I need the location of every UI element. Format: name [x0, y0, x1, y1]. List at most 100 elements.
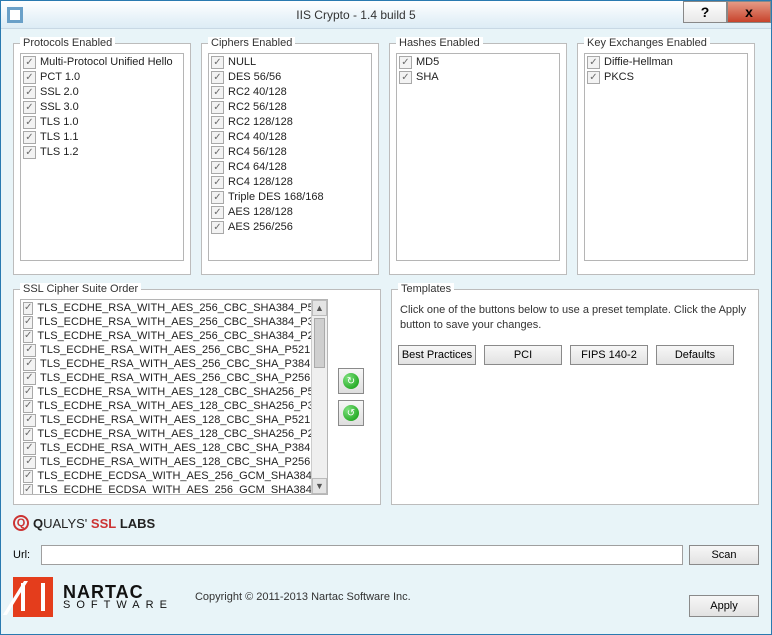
checkbox-icon[interactable] — [211, 191, 224, 204]
fips-button[interactable]: FIPS 140-2 — [570, 345, 648, 365]
list-item[interactable]: RC2 128/128 — [211, 115, 369, 130]
checkbox-icon[interactable] — [23, 56, 36, 69]
list-item[interactable]: PCT 1.0 — [23, 70, 181, 85]
list-item[interactable]: NULL — [211, 55, 369, 70]
checkbox-icon[interactable] — [211, 71, 224, 84]
list-item[interactable]: TLS_ECDHE_RSA_WITH_AES_256_CBC_SHA_P521 — [23, 343, 325, 357]
checkbox-icon[interactable] — [211, 161, 224, 174]
url-input[interactable] — [41, 545, 683, 565]
list-item[interactable]: Multi-Protocol Unified Hello — [23, 55, 181, 70]
list-item[interactable]: TLS_ECDHE_RSA_WITH_AES_256_CBC_SHA384_P3… — [23, 315, 325, 329]
list-item[interactable]: TLS_ECDHE_RSA_WITH_AES_128_CBC_SHA256_P3… — [23, 399, 325, 413]
list-item[interactable]: SHA — [399, 70, 557, 85]
list-item[interactable]: RC2 56/128 — [211, 100, 369, 115]
checkbox-icon[interactable] — [211, 176, 224, 189]
checkbox-icon[interactable] — [23, 146, 36, 159]
checkbox-icon[interactable] — [23, 344, 36, 357]
scroll-down-icon[interactable]: ▼ — [312, 478, 327, 494]
checkbox-icon[interactable] — [23, 116, 36, 129]
checkbox-icon[interactable] — [23, 470, 33, 483]
checkbox-icon[interactable] — [211, 206, 224, 219]
list-item-label: TLS_ECDHE_RSA_WITH_AES_256_CBC_SHA384_P5… — [37, 301, 326, 316]
order-list[interactable]: TLS_ECDHE_RSA_WITH_AES_256_CBC_SHA384_P5… — [20, 299, 328, 495]
checkbox-icon[interactable] — [211, 101, 224, 114]
list-item[interactable]: AES 256/256 — [211, 220, 369, 235]
list-item-label: AES 256/256 — [228, 220, 293, 235]
list-item[interactable]: RC4 40/128 — [211, 130, 369, 145]
list-item[interactable]: SSL 2.0 — [23, 85, 181, 100]
best-practices-button[interactable]: Best Practices — [398, 345, 476, 365]
checkbox-icon[interactable] — [23, 386, 33, 399]
list-item[interactable]: TLS_ECDHE_RSA_WITH_AES_256_CBC_SHA384_P2… — [23, 329, 325, 343]
list-item[interactable]: TLS_ECDHE_RSA_WITH_AES_128_CBC_SHA_P256 — [23, 455, 325, 469]
list-item-label: Triple DES 168/168 — [228, 190, 324, 205]
pci-button[interactable]: PCI — [484, 345, 562, 365]
list-item[interactable]: Diffie-Hellman — [587, 55, 745, 70]
list-item[interactable]: RC4 128/128 — [211, 175, 369, 190]
list-item[interactable]: TLS_ECDHE_RSA_WITH_AES_256_CBC_SHA384_P5… — [23, 301, 325, 315]
list-item[interactable]: MD5 — [399, 55, 557, 70]
list-item[interactable]: TLS 1.0 — [23, 115, 181, 130]
scroll-up-icon[interactable]: ▲ — [312, 300, 327, 316]
checkbox-icon[interactable] — [23, 442, 36, 455]
list-item[interactable]: TLS 1.1 — [23, 130, 181, 145]
list-item[interactable]: SSL 3.0 — [23, 100, 181, 115]
checkbox-icon[interactable] — [399, 56, 412, 69]
checkbox-icon[interactable] — [23, 358, 36, 371]
checkbox-icon[interactable] — [23, 86, 36, 99]
list-item[interactable]: TLS_ECDHE_RSA_WITH_AES_128_CBC_SHA256_P5… — [23, 385, 325, 399]
checkbox-icon[interactable] — [23, 330, 33, 343]
checkbox-icon[interactable] — [23, 131, 36, 144]
checkbox-icon[interactable] — [211, 116, 224, 129]
checkbox-icon[interactable] — [23, 71, 36, 84]
list-item[interactable]: RC2 40/128 — [211, 85, 369, 100]
list-item[interactable]: RC4 64/128 — [211, 160, 369, 175]
checkbox-icon[interactable] — [23, 101, 36, 114]
list-item[interactable]: AES 128/128 — [211, 205, 369, 220]
list-item[interactable]: Triple DES 168/168 — [211, 190, 369, 205]
checkbox-icon[interactable] — [211, 221, 224, 234]
checkbox-icon[interactable] — [211, 56, 224, 69]
list-item[interactable]: DES 56/56 — [211, 70, 369, 85]
move-up-button[interactable]: ↻ — [338, 368, 364, 394]
checkbox-icon[interactable] — [211, 131, 224, 144]
close-button[interactable]: x — [727, 1, 771, 23]
list-item[interactable]: TLS_ECDHE_RSA_WITH_AES_128_CBC_SHA_P384 — [23, 441, 325, 455]
list-item[interactable]: TLS 1.2 — [23, 145, 181, 160]
scan-button[interactable]: Scan — [689, 545, 759, 565]
apply-button[interactable]: Apply — [689, 595, 759, 617]
checkbox-icon[interactable] — [587, 71, 600, 84]
protocols-list[interactable]: Multi-Protocol Unified HelloPCT 1.0SSL 2… — [20, 53, 184, 261]
list-item[interactable]: RC4 56/128 — [211, 145, 369, 160]
list-item[interactable]: TLS_ECDHE_ECDSA_WITH_AES_256_GCM_SHA384_… — [23, 469, 325, 483]
move-down-button[interactable]: ↺ — [338, 400, 364, 426]
defaults-button[interactable]: Defaults — [656, 345, 734, 365]
list-item[interactable]: TLS_ECDHE_RSA_WITH_AES_256_CBC_SHA_P256 — [23, 371, 325, 385]
checkbox-icon[interactable] — [23, 316, 33, 329]
list-item-label: TLS_ECDHE_RSA_WITH_AES_128_CBC_SHA_P521 — [40, 413, 310, 428]
checkbox-icon[interactable] — [399, 71, 412, 84]
checkbox-icon[interactable] — [23, 484, 33, 496]
checkbox-icon[interactable] — [23, 456, 36, 469]
checkbox-icon[interactable] — [23, 414, 36, 427]
reorder-buttons: ↻ ↺ — [334, 299, 368, 495]
checkbox-icon[interactable] — [23, 372, 36, 385]
checkbox-icon[interactable] — [211, 86, 224, 99]
checkbox-icon[interactable] — [587, 56, 600, 69]
help-button[interactable]: ? — [683, 1, 727, 23]
checkbox-icon[interactable] — [23, 400, 33, 413]
scroll-thumb[interactable] — [314, 318, 325, 368]
qualys-link[interactable]: Q QUALYS' SSL LABS — [13, 515, 759, 531]
checkbox-icon[interactable] — [23, 428, 33, 441]
scrollbar[interactable]: ▲ ▼ — [311, 300, 327, 494]
list-item[interactable]: TLS_ECDHE_RSA_WITH_AES_128_CBC_SHA256_P2… — [23, 427, 325, 441]
checkbox-icon[interactable] — [23, 302, 33, 315]
hashes-list[interactable]: MD5SHA — [396, 53, 560, 261]
ciphers-list[interactable]: NULLDES 56/56RC2 40/128RC2 56/128RC2 128… — [208, 53, 372, 261]
list-item[interactable]: TLS_ECDHE_RSA_WITH_AES_256_CBC_SHA_P384 — [23, 357, 325, 371]
kex-list[interactable]: Diffie-HellmanPKCS — [584, 53, 748, 261]
list-item[interactable]: TLS_ECDHE_ECDSA_WITH_AES_256_GCM_SHA384_… — [23, 483, 325, 495]
list-item[interactable]: TLS_ECDHE_RSA_WITH_AES_128_CBC_SHA_P521 — [23, 413, 325, 427]
checkbox-icon[interactable] — [211, 146, 224, 159]
list-item[interactable]: PKCS — [587, 70, 745, 85]
